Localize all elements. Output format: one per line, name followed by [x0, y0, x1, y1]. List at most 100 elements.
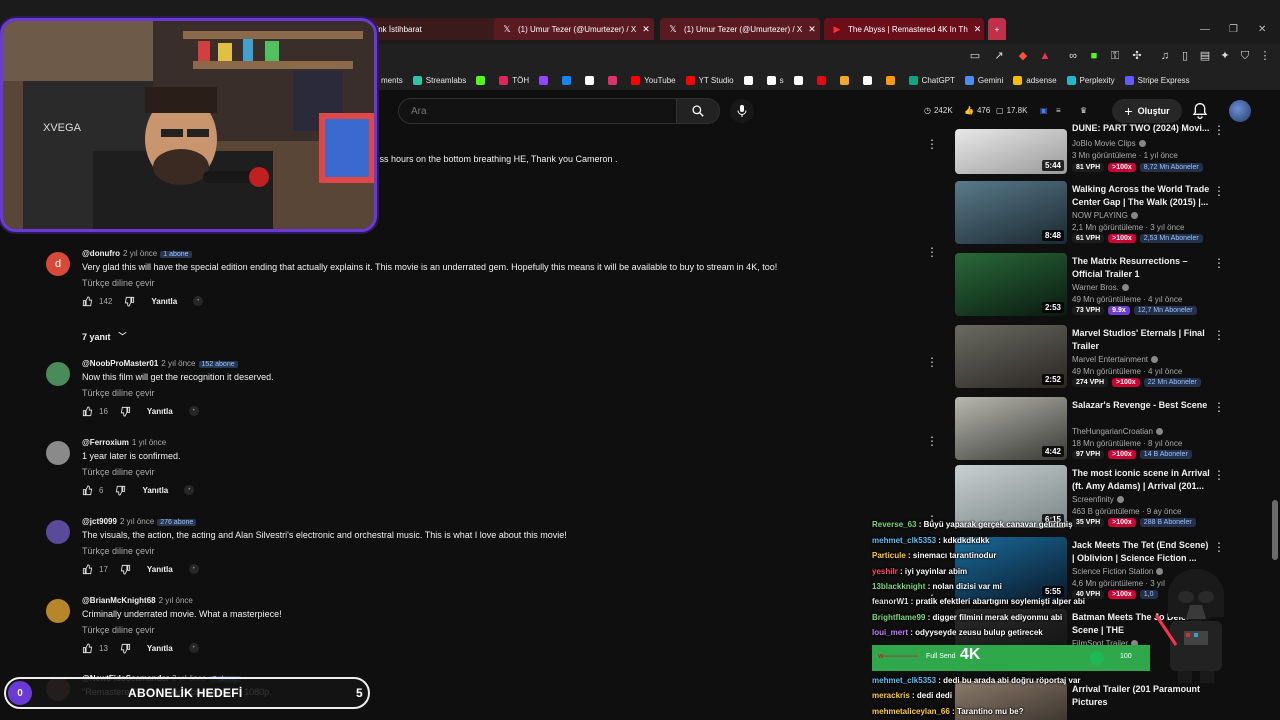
list-icon[interactable]: ≡: [1056, 106, 1061, 115]
comment-author[interactable]: @jct9099: [82, 517, 117, 526]
wallet-icon[interactable]: ▤: [1198, 49, 1212, 63]
extension-red-icon[interactable]: ◆: [1016, 49, 1030, 63]
video-title[interactable]: Jack Meets The Tet (End Scene) | Oblivio…: [1072, 539, 1212, 565]
voice-search-button[interactable]: [730, 99, 754, 123]
video-title[interactable]: The Matrix Resurrections – Official Trai…: [1072, 255, 1212, 281]
comment-menu-icon[interactable]: ⋮: [926, 356, 938, 368]
avatar[interactable]: d: [46, 252, 70, 276]
comment-time[interactable]: 2 yıl önce: [161, 359, 195, 368]
reply-button[interactable]: Yanıtla: [142, 486, 168, 495]
shield-icon[interactable]: ⛉: [1238, 49, 1252, 63]
video-menu-icon[interactable]: ⋮: [1213, 468, 1225, 482]
comment-author[interactable]: @donufro: [82, 249, 120, 258]
bookmark-item[interactable]: s: [766, 75, 784, 85]
like-icon[interactable]: [82, 484, 93, 496]
translate-link[interactable]: Türkçe diline çevir: [82, 625, 155, 635]
bookmark-item[interactable]: [885, 75, 899, 85]
comment-menu-icon[interactable]: ⋮: [926, 246, 938, 258]
sparkle-icon[interactable]: ✦: [1218, 49, 1232, 63]
video-thumbnail[interactable]: 4:42: [955, 397, 1067, 460]
restore-icon[interactable]: ❐: [1229, 24, 1238, 35]
bookmark-item[interactable]: Gemini: [964, 75, 1003, 85]
like-icon[interactable]: [82, 563, 93, 575]
close-icon[interactable]: ✕: [636, 24, 650, 35]
bookmark-item[interactable]: [476, 75, 489, 85]
comment-menu-icon[interactable]: ⋮: [926, 435, 938, 447]
like-icon[interactable]: [82, 405, 93, 417]
dislike-icon[interactable]: [124, 296, 135, 307]
comment-time[interactable]: 2 yıl önce: [123, 249, 157, 258]
channel-name[interactable]: NOW PLAYING: [1072, 211, 1138, 220]
translate-link[interactable]: Türkçe diline çevir: [82, 546, 155, 556]
video-thumbnail[interactable]: 6:15: [955, 465, 1067, 528]
extension-green-icon[interactable]: ■: [1087, 49, 1101, 63]
comment-time[interactable]: 2 yıl önce: [159, 596, 193, 605]
extension-key-icon[interactable]: ⚿: [1108, 49, 1122, 63]
like-icon[interactable]: [82, 295, 93, 307]
reply-button[interactable]: Yanıtla: [147, 407, 173, 416]
like-icon[interactable]: [82, 642, 93, 654]
dislike-icon[interactable]: [120, 564, 131, 575]
bookmark-item[interactable]: YouTube: [631, 75, 676, 85]
comment-author[interactable]: @Ferroxium: [82, 438, 129, 447]
recommended-video[interactable]: 2:52 Marvel Studios' Eternals | Final Tra…: [955, 325, 1235, 391]
share-icon[interactable]: ↗: [992, 49, 1006, 63]
puzzle-icon[interactable]: ✣: [1130, 49, 1144, 63]
recommended-video[interactable]: 5:44 DUNE: PART TWO (2024) Movi... JoBlo M…: [955, 120, 1235, 174]
video-title[interactable]: Salazar's Revenge - Best Scene: [1072, 399, 1212, 412]
user-avatar[interactable]: [1229, 100, 1251, 122]
bookmark-item[interactable]: [862, 75, 876, 85]
video-menu-icon[interactable]: ⋮: [1213, 184, 1225, 198]
channel-name[interactable]: JoBlo Movie Clips: [1072, 139, 1146, 148]
glasses-icon[interactable]: ∞: [1066, 49, 1080, 63]
channel-name[interactable]: Marvel Entertainment: [1072, 355, 1159, 364]
tab-x-profile-2[interactable]: 𝕏 (1) Umur Tezer (@Umurtezer) / X ✕: [660, 18, 820, 40]
bookmark-item[interactable]: Stripe Express: [1124, 75, 1190, 85]
search-button[interactable]: [676, 98, 720, 124]
translate-link[interactable]: Türkçe diline çevir: [82, 388, 155, 398]
video-title[interactable]: Arrival Trailer (201 Paramount Pictures: [1072, 683, 1212, 709]
bell-icon[interactable]: [1192, 102, 1208, 120]
replies-toggle[interactable]: 7 yanıt ﹀: [82, 331, 127, 342]
translate-link[interactable]: Türkçe diline çevir: [82, 467, 155, 477]
video-menu-icon[interactable]: ⋮: [1213, 400, 1225, 414]
bookmark-item[interactable]: [562, 75, 575, 85]
bookmark-item[interactable]: [743, 75, 757, 85]
bookmark-item[interactable]: Streamlabs: [412, 75, 466, 85]
tab-x-profile-1[interactable]: 𝕏 (1) Umur Tezer (@Umurtezer) / X ✕: [494, 18, 654, 40]
bookmark-item[interactable]: YT Studio: [685, 75, 734, 85]
extension-triangle-icon[interactable]: ▲: [1038, 49, 1052, 63]
reply-button[interactable]: Yanıtla: [147, 644, 173, 653]
sidebar-icon[interactable]: ▯: [1178, 49, 1192, 63]
bookmark-item[interactable]: ChatGPT: [908, 75, 955, 85]
bookmark-item[interactable]: [585, 75, 598, 85]
search-input[interactable]: [398, 98, 678, 124]
avatar[interactable]: [46, 599, 70, 623]
minimize-icon[interactable]: —: [1200, 24, 1210, 35]
reply-button[interactable]: Yanıtla: [147, 565, 173, 574]
close-window-icon[interactable]: ✕: [1258, 24, 1266, 35]
extension-blue-icon[interactable]: ▣: [1040, 106, 1048, 115]
avatar[interactable]: [46, 362, 70, 386]
bookmark-item[interactable]: adsense: [1013, 75, 1057, 85]
video-menu-icon[interactable]: ⋮: [1213, 328, 1225, 342]
bookmark-item[interactable]: [539, 75, 552, 85]
recommended-video[interactable]: 2:53 The Matrix Resurrections – Official …: [955, 253, 1235, 319]
bookmark-item[interactable]: Perplexity: [1066, 75, 1115, 85]
channel-name[interactable]: Warner Bros.: [1072, 283, 1129, 292]
trophy-icon[interactable]: ♛: [1080, 106, 1087, 115]
translate-link[interactable]: Türkçe diline çevir: [82, 278, 155, 288]
bookmark-item[interactable]: [608, 75, 621, 85]
video-thumbnail[interactable]: 2:53: [955, 253, 1067, 316]
new-tab-button[interactable]: +: [988, 18, 1006, 40]
recommended-video[interactable]: 8:48 Walking Across the World Trade Cente…: [955, 181, 1235, 247]
video-title[interactable]: The most iconic scene in Arrival (ft. Am…: [1072, 467, 1212, 493]
dislike-icon[interactable]: [120, 643, 131, 654]
comment-author[interactable]: @NoobProMaster01: [82, 359, 158, 368]
video-title[interactable]: DUNE: PART TWO (2024) Movi...: [1072, 122, 1212, 135]
reply-button[interactable]: Yanıtla: [151, 297, 177, 306]
bookmark-item[interactable]: [816, 75, 830, 85]
comment-time[interactable]: 1 yıl önce: [132, 438, 166, 447]
cast-icon[interactable]: ▭: [968, 49, 982, 63]
video-menu-icon[interactable]: ⋮: [1213, 123, 1225, 137]
